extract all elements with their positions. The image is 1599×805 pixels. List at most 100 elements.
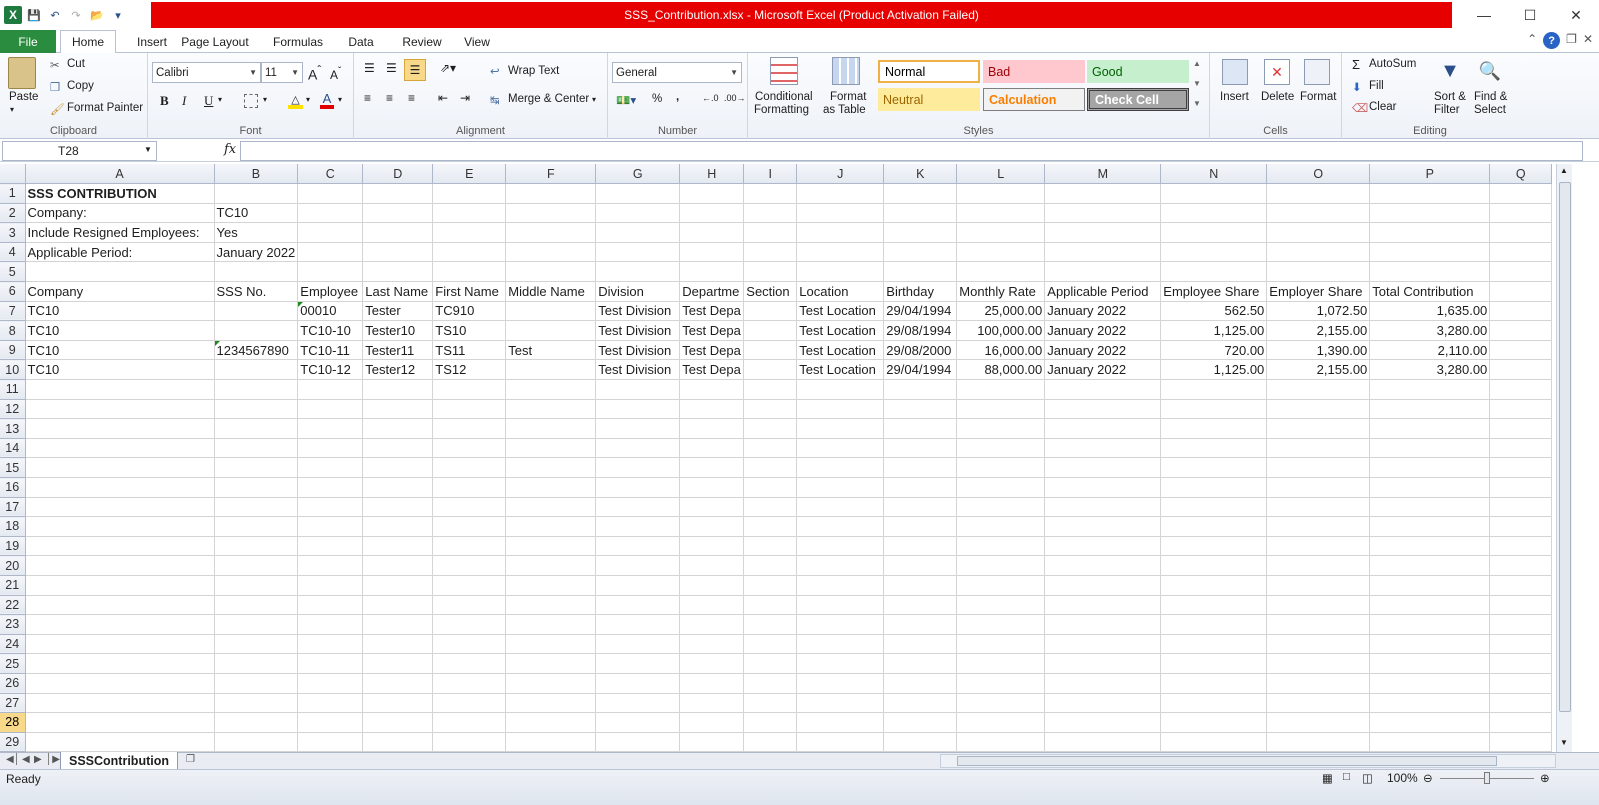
column-header[interactable]: H — [679, 164, 745, 185]
autosum-button[interactable]: AutoSum — [1369, 58, 1416, 70]
cell[interactable] — [432, 438, 507, 459]
cell[interactable] — [1160, 183, 1268, 204]
cell[interactable] — [743, 379, 798, 400]
align-left-icon[interactable]: ≡ — [364, 91, 371, 105]
paste-dropdown-icon[interactable]: ▾ — [10, 105, 14, 114]
cell[interactable] — [796, 634, 885, 655]
name-box[interactable]: T28 — [2, 141, 157, 161]
cell[interactable] — [362, 183, 434, 204]
cell[interactable] — [1160, 497, 1268, 518]
styles-scroll-down-icon[interactable]: ▼ — [1193, 79, 1201, 88]
cell[interactable]: 100,000.00 — [956, 320, 1046, 341]
cell[interactable] — [1489, 301, 1553, 322]
style-neutral[interactable]: Neutral — [878, 88, 980, 111]
row-header[interactable]: 6 — [0, 281, 26, 302]
cell[interactable] — [796, 418, 885, 439]
cell[interactable]: 720.00 — [1160, 340, 1268, 361]
cell[interactable] — [297, 595, 364, 616]
cell[interactable] — [595, 379, 681, 400]
cell[interactable] — [1369, 693, 1491, 714]
cell[interactable] — [743, 222, 798, 243]
cell[interactable] — [505, 516, 597, 537]
cell[interactable] — [362, 261, 434, 283]
cell[interactable] — [796, 261, 885, 283]
align-bottom-icon[interactable]: ☰ — [404, 59, 426, 81]
find-select-button[interactable]: Find & — [1474, 91, 1507, 103]
row-header[interactable]: 11 — [0, 379, 26, 400]
cell[interactable]: TC10 — [25, 340, 215, 361]
cell[interactable] — [679, 732, 745, 752]
delete-button[interactable]: Delete — [1261, 91, 1294, 103]
cell[interactable] — [956, 477, 1046, 498]
cell[interactable] — [505, 242, 597, 263]
cell[interactable] — [297, 477, 364, 498]
cell[interactable] — [679, 575, 745, 596]
cell[interactable] — [956, 653, 1046, 674]
cell[interactable] — [595, 693, 681, 714]
zoom-in-icon[interactable]: ⊕ — [1540, 771, 1550, 785]
cell[interactable] — [1044, 595, 1162, 616]
cell[interactable] — [1044, 418, 1162, 439]
cell[interactable] — [432, 242, 507, 263]
styles-scroll-up-icon[interactable]: ▲ — [1193, 59, 1201, 68]
cell[interactable] — [25, 653, 215, 674]
help-icon[interactable]: ? — [1543, 32, 1561, 49]
style-check-cell[interactable]: Check Cell — [1087, 88, 1189, 111]
cell[interactable]: 29/04/1994 — [883, 301, 958, 322]
row-header[interactable]: 9 — [0, 340, 26, 361]
cell[interactable] — [505, 536, 597, 557]
cell[interactable] — [1044, 693, 1162, 714]
cell[interactable] — [297, 634, 364, 655]
cell[interactable] — [956, 399, 1046, 420]
cell[interactable] — [362, 732, 434, 752]
cell[interactable] — [25, 634, 215, 655]
formula-input[interactable] — [240, 141, 1583, 161]
cell[interactable] — [1266, 399, 1371, 420]
cell[interactable]: 25,000.00 — [956, 301, 1046, 322]
cell[interactable] — [956, 457, 1046, 478]
cell[interactable] — [362, 555, 434, 576]
cell[interactable] — [956, 712, 1046, 733]
cell[interactable] — [1266, 497, 1371, 518]
cell[interactable] — [956, 732, 1046, 752]
cell[interactable]: Company — [25, 281, 215, 302]
column-header[interactable]: Q — [1489, 164, 1553, 185]
cell[interactable] — [743, 261, 798, 283]
cell[interactable] — [1266, 653, 1371, 674]
cell[interactable] — [1160, 438, 1268, 459]
cell[interactable] — [883, 399, 958, 420]
cell[interactable]: TC10 — [25, 320, 215, 341]
cell[interactable] — [432, 516, 507, 537]
column-header[interactable]: P — [1369, 164, 1491, 185]
cell[interactable] — [743, 242, 798, 263]
align-right-icon[interactable]: ≡ — [408, 91, 415, 105]
cell[interactable] — [679, 516, 745, 537]
cell[interactable]: 1,390.00 — [1266, 340, 1371, 361]
cell[interactable] — [743, 320, 798, 341]
cell[interactable] — [214, 673, 299, 694]
fill-color-icon[interactable]: △ — [288, 93, 303, 109]
cell[interactable] — [796, 614, 885, 635]
cell[interactable] — [214, 712, 299, 733]
cell[interactable] — [505, 418, 597, 439]
cell[interactable] — [1266, 555, 1371, 576]
cell[interactable] — [743, 516, 798, 537]
cell[interactable] — [1160, 222, 1268, 243]
cell[interactable] — [214, 497, 299, 518]
cell[interactable] — [1266, 222, 1371, 243]
cell[interactable] — [1489, 340, 1553, 361]
cell[interactable] — [297, 712, 364, 733]
cell[interactable]: Test Location — [796, 359, 885, 381]
cell[interactable]: 3,280.00 — [1369, 320, 1491, 341]
cell[interactable] — [796, 595, 885, 616]
cell[interactable] — [796, 732, 885, 752]
cell[interactable]: Test Division — [595, 359, 681, 381]
cell[interactable]: Tester — [362, 301, 434, 322]
cell[interactable] — [1044, 379, 1162, 400]
column-header[interactable]: M — [1044, 164, 1162, 185]
cell[interactable] — [362, 595, 434, 616]
cell[interactable] — [956, 536, 1046, 557]
format-painter-button[interactable]: Format Painter — [67, 102, 143, 114]
minimize-button[interactable]: — — [1461, 0, 1507, 30]
cell[interactable] — [432, 673, 507, 694]
